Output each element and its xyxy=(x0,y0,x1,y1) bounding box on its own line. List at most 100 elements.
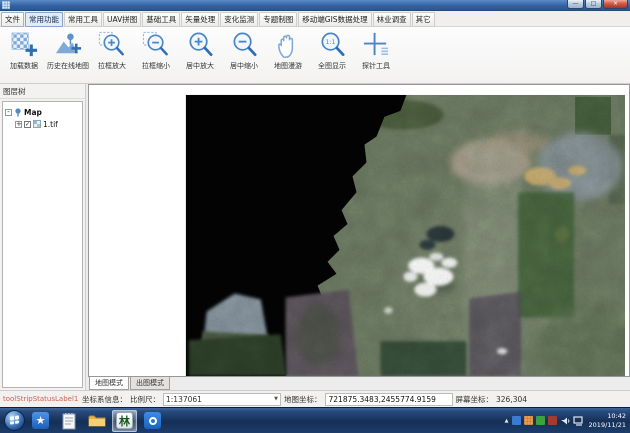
raster-layer-icon xyxy=(33,120,41,128)
status-bar: toolStripStatusLabel1 坐标系信息： 比例尺： 1:1370… xyxy=(0,390,630,407)
box-zoom-out-icon xyxy=(142,31,171,60)
tray-antivirus-icon[interactable] xyxy=(536,416,545,425)
box-zoom-in-button[interactable]: 拉框放大 xyxy=(90,29,134,71)
minimize-button[interactable]: — xyxy=(567,0,584,9)
expand-icon[interactable]: + xyxy=(15,121,22,128)
center-zoom-in-icon xyxy=(186,31,215,60)
satellite-mosaic xyxy=(89,85,629,376)
titlebar: — □ × xyxy=(0,0,630,11)
history-online-map-button[interactable]: 历史在线地图 xyxy=(46,29,90,71)
layer-panel-title: 图层树 xyxy=(0,84,85,99)
status-left-label: toolStripStatusLabel1 xyxy=(3,395,79,403)
toolbar-label: 拉框放大 xyxy=(98,61,126,71)
toolbar-label: 地图漫游 xyxy=(274,61,302,71)
forestry-app-icon: 林 xyxy=(116,412,133,429)
tray-grid-app-icon[interactable] xyxy=(524,416,533,425)
tree-node-map[interactable]: - Map xyxy=(5,106,80,118)
menu-tab-bar: 文件 常用功能 常用工具 UAV拼图 基础工具 矢量处理 变化监测 专题制图 移… xyxy=(0,11,630,27)
tab-uav-mosaic[interactable]: UAV拼图 xyxy=(103,12,141,27)
tab-vector-processing[interactable]: 矢量处理 xyxy=(181,12,219,27)
taskbar-explorer-app[interactable] xyxy=(84,410,109,432)
windows-taskbar: ★ 林 ▲ xyxy=(0,407,630,433)
close-button[interactable]: × xyxy=(603,0,628,9)
tab-forestry-survey[interactable]: 林业调查 xyxy=(373,12,411,27)
map-column: 地图模式 出图模式 xyxy=(86,84,630,390)
tab-others[interactable]: 其它 xyxy=(412,12,435,27)
map-viewport[interactable] xyxy=(88,84,630,377)
taskbar-o-app[interactable] xyxy=(140,410,165,432)
system-tray: ▲ 10:42 2019/11/21 xyxy=(505,412,626,429)
main-area: 图层树 - Map + ✓ 1.tif xyxy=(0,84,630,390)
windows-logo-icon xyxy=(10,415,19,424)
map-mode-tabs: 地图模式 出图模式 xyxy=(88,377,630,390)
toolbar-label: 历史在线地图 xyxy=(47,61,89,71)
box-zoom-out-button[interactable]: 拉框缩小 xyxy=(134,29,178,71)
full-extent-icon: 1:1 xyxy=(318,31,347,60)
center-zoom-out-button[interactable]: 居中缩小 xyxy=(222,29,266,71)
toolbar-label: 居中缩小 xyxy=(230,61,258,71)
load-data-icon xyxy=(10,31,39,60)
svg-text:1:1: 1:1 xyxy=(325,39,335,46)
scale-combobox[interactable]: 1:137061 ▼ xyxy=(163,393,281,406)
layer-panel: 图层树 - Map + ✓ 1.tif xyxy=(0,84,86,390)
toolbar-label: 加载数据 xyxy=(10,61,38,71)
screen-coord-value: 326,304 xyxy=(496,395,527,404)
map-coord-value: 721875.3483,2455774.9159 xyxy=(325,393,453,406)
tree-node-label: 1.tif xyxy=(43,120,58,129)
center-zoom-out-icon xyxy=(230,31,259,60)
collapse-icon[interactable]: - xyxy=(5,109,12,116)
tab-common-tools[interactable]: 常用工具 xyxy=(64,12,102,27)
toolbar-label: 拉框缩小 xyxy=(142,61,170,71)
toolbar-label: 全图显示 xyxy=(318,61,346,71)
tab-common-functions[interactable]: 常用功能 xyxy=(25,12,63,27)
volume-icon[interactable] xyxy=(560,416,570,426)
layer-tree: - Map + ✓ 1.tif xyxy=(2,101,83,388)
tree-node-label: Map xyxy=(24,108,42,117)
tab-map-mode[interactable]: 地图模式 xyxy=(89,376,129,390)
box-zoom-in-icon xyxy=(98,31,127,60)
taskbar-star-app[interactable]: ★ xyxy=(28,410,53,432)
scale-label: 比例尺： xyxy=(130,394,160,405)
full-extent-button[interactable]: 1:1 全图显示 xyxy=(310,29,354,71)
tab-mobile-gis-data[interactable]: 移动端GIS数据处理 xyxy=(298,12,371,27)
tray-expand-icon[interactable]: ▲ xyxy=(505,418,509,424)
tab-layout-mode[interactable]: 出图模式 xyxy=(130,377,170,390)
start-button[interactable] xyxy=(4,410,25,431)
map-coord-label: 地图坐标： xyxy=(284,394,322,405)
notepad-icon xyxy=(61,412,77,430)
tab-basic-tools[interactable]: 基础工具 xyxy=(142,12,180,27)
load-data-button[interactable]: 加载数据 xyxy=(2,29,46,71)
application-window: — □ × 文件 常用功能 常用工具 UAV拼图 基础工具 矢量处理 变化监测 … xyxy=(0,0,630,433)
tray-ime-icon[interactable] xyxy=(512,416,521,425)
scale-value: 1:137061 xyxy=(166,395,202,404)
taskbar-notepad-app[interactable] xyxy=(56,410,81,432)
dropdown-arrow-icon[interactable]: ▼ xyxy=(274,396,278,402)
tab-thematic-mapping[interactable]: 专题制图 xyxy=(259,12,297,27)
app-icon xyxy=(2,1,10,9)
history-online-map-icon xyxy=(54,31,83,60)
tray-flag-icon[interactable] xyxy=(548,416,557,425)
pan-hand-icon xyxy=(274,31,303,60)
network-icon[interactable] xyxy=(573,416,584,426)
map-pin-icon xyxy=(14,108,22,117)
tray-clock[interactable]: 10:42 2019/11/21 xyxy=(589,412,626,429)
tab-file[interactable]: 文件 xyxy=(1,12,24,27)
map-pan-button[interactable]: 地图漫游 xyxy=(266,29,310,71)
layer-checkbox[interactable]: ✓ xyxy=(24,121,31,128)
toolbar-label: 探针工具 xyxy=(362,61,390,71)
probe-tool-button[interactable]: 探针工具 xyxy=(354,29,398,71)
center-zoom-in-button[interactable]: 居中放大 xyxy=(178,29,222,71)
star-app-icon: ★ xyxy=(32,412,49,429)
clock-time: 10:42 xyxy=(589,412,626,420)
clock-date: 2019/11/21 xyxy=(589,421,626,429)
ribbon-toolbar: 加载数据 历史在线地图 拉框放大 xyxy=(0,27,630,84)
taskbar-forestry-app[interactable]: 林 xyxy=(112,410,137,432)
toolbar-label: 居中放大 xyxy=(186,61,214,71)
screen-coord-label: 屏幕坐标： xyxy=(456,394,494,405)
o-app-icon xyxy=(144,412,161,429)
crs-info-label: 坐标系信息： xyxy=(82,394,127,405)
tab-change-detection[interactable]: 变化监测 xyxy=(220,12,258,27)
tree-node-1tif[interactable]: + ✓ 1.tif xyxy=(5,118,80,130)
maximize-button[interactable]: □ xyxy=(585,0,602,9)
probe-tool-icon xyxy=(362,31,391,60)
